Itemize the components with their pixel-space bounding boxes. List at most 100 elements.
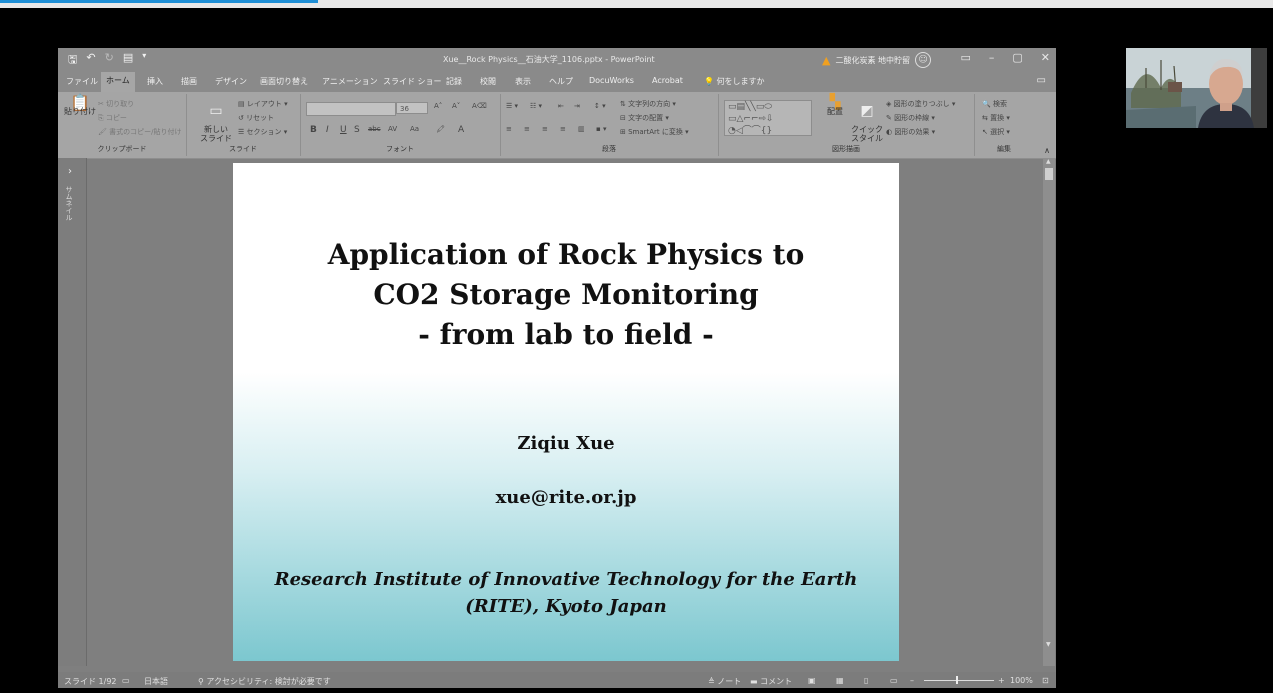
clear-formatting-icon[interactable]: A⌫ (472, 102, 487, 110)
slideshow-view-icon[interactable]: ▭ (890, 676, 898, 685)
save-icon[interactable]: 🖫 (68, 51, 77, 70)
minimize-icon[interactable]: – (989, 51, 995, 64)
thumbnail-pane-label: サムネイル (65, 186, 73, 221)
ribbon-display-options-icon[interactable]: ▭ (960, 51, 970, 64)
slide-sorter-icon[interactable]: ▦ (836, 676, 844, 685)
tab-help[interactable]: ヘルプ (549, 76, 573, 87)
replace-button[interactable]: ⇆ 置換 ▾ (982, 113, 1010, 123)
accessibility-status[interactable]: ⚲ アクセシビリティ: 検討が必要です (198, 676, 331, 687)
tab-view[interactable]: 表示 (515, 76, 531, 87)
tab-review[interactable]: 校閲 (480, 76, 496, 87)
shape-fill-button[interactable]: ◈ 図形の塗りつぶし ▾ (886, 99, 955, 109)
select-button[interactable]: ↖ 選択 ▾ (982, 127, 1010, 137)
text-direction-button[interactable]: ⇅ 文字列の方向 ▾ (620, 99, 676, 109)
scroll-up-icon[interactable]: ▲ (1046, 158, 1051, 165)
quick-styles-button[interactable]: ◩ クイック スタイル (850, 98, 884, 143)
spell-check-icon[interactable]: ▭ (122, 676, 130, 685)
shapes-gallery[interactable]: ▭▤╲╲▭⬭ ▭△⌐⌐⇨⇩ ◔◁⌒⌒{} (724, 100, 812, 136)
font-name-input[interactable] (306, 102, 396, 116)
tab-docuworks[interactable]: DocuWorks (589, 76, 634, 85)
underline-button[interactable]: U (340, 125, 347, 135)
columns-icon[interactable]: ▥ (578, 125, 585, 133)
font-color-button[interactable]: A (458, 125, 464, 135)
slide-title-line-3: - from lab to field - (418, 318, 714, 351)
change-case-button[interactable]: Aa (410, 125, 419, 133)
numbering-icon[interactable]: ☷ ▾ (530, 102, 542, 110)
find-button[interactable]: 🔍 検索 (982, 99, 1007, 109)
decrease-font-size-icon[interactable]: A˅ (452, 102, 460, 110)
justify-icon[interactable]: ≡ (560, 125, 566, 133)
comments-icon[interactable]: ▭ (1037, 75, 1046, 86)
smartart-button[interactable]: ⊞ SmartArt に変換 ▾ (620, 127, 689, 137)
tab-slideshow[interactable]: スライド ショー (383, 76, 442, 87)
increase-font-size-icon[interactable]: A˄ (434, 102, 442, 110)
tab-transitions[interactable]: 画面切り替え (260, 76, 308, 87)
expand-thumbnails-icon[interactable]: › (68, 166, 72, 177)
format-painter-button[interactable]: 🖌 書式のコピー/貼り付け (98, 127, 181, 137)
maximize-icon[interactable]: ▢ (1012, 51, 1022, 64)
tab-animations[interactable]: アニメーション (322, 76, 378, 87)
column-options-icon[interactable]: ▪ ▾ (596, 125, 606, 133)
cut-button[interactable]: ✂ 切り取り (98, 99, 134, 109)
tab-record[interactable]: 記録 (446, 76, 462, 87)
notes-button[interactable]: ≜ ノート (708, 676, 741, 687)
tab-acrobat[interactable]: Acrobat (652, 76, 683, 85)
align-left-icon[interactable]: ≡ (506, 125, 512, 133)
close-icon[interactable]: ✕ (1041, 51, 1050, 64)
increase-indent-icon[interactable]: ⇥ (574, 102, 580, 110)
quick-styles-icon: ◩ (860, 103, 874, 119)
bullets-icon[interactable]: ☰ ▾ (506, 102, 518, 110)
collapse-ribbon-icon[interactable]: ∧ (1044, 146, 1050, 155)
customize-qat-icon[interactable]: ▾ (142, 51, 146, 70)
align-text-button[interactable]: ⊟ 文字の配置 ▾ (620, 113, 669, 123)
tab-home[interactable]: ホーム (101, 72, 135, 92)
normal-view-icon[interactable]: ▣ (808, 676, 816, 685)
zoom-in-icon[interactable]: + (998, 676, 1005, 685)
paste-button[interactable]: 📋 貼り付け (64, 95, 96, 117)
character-spacing-button[interactable]: AV (388, 125, 397, 133)
zoom-slider-knob[interactable] (956, 676, 958, 684)
tab-insert[interactable]: 挿入 (147, 76, 163, 87)
copy-button[interactable]: ⎘ コピー (98, 113, 127, 123)
present-from-start-icon[interactable]: ▤ (123, 51, 133, 70)
vertical-scrollbar[interactable]: ▲ ▼ (1043, 158, 1055, 666)
new-slide-button[interactable]: ▭ 新しい スライド (200, 98, 232, 143)
account-area: ▲ 二酸化炭素 地中貯留 ☺ (822, 52, 932, 68)
shape-outline-button[interactable]: ✎ 図形の枠線 ▾ (886, 113, 935, 123)
align-center-icon[interactable]: ≡ (524, 125, 530, 133)
screen-top-bar (0, 0, 1273, 8)
font-size-input[interactable]: 36 (396, 102, 428, 114)
align-right-icon[interactable]: ≡ (542, 125, 548, 133)
scroll-down-icon[interactable]: ▼ (1046, 641, 1051, 648)
tab-draw[interactable]: 描画 (181, 76, 197, 87)
tab-design[interactable]: デザイン (215, 76, 247, 87)
italic-button[interactable]: I (326, 125, 329, 135)
reset-button[interactable]: ↺ リセット (238, 113, 274, 123)
layout-button[interactable]: ▤ レイアウト ▾ (238, 99, 288, 109)
warning-icon: ▲ (822, 53, 831, 67)
accessibility-label: アクセシビリティ: 検討が必要です (206, 677, 331, 686)
scrollbar-thumb[interactable] (1045, 168, 1053, 180)
decrease-indent-icon[interactable]: ⇤ (558, 102, 564, 110)
reading-view-icon[interactable]: ▯ (864, 676, 868, 685)
shadow-button[interactable]: S (354, 125, 360, 135)
bold-button[interactable]: B (310, 125, 317, 135)
undo-icon[interactable]: ↶ (86, 51, 95, 70)
shape-effects-button[interactable]: ◐ 図形の効果 ▾ (886, 127, 935, 137)
zoom-out-icon[interactable]: – (910, 676, 914, 685)
strikethrough-button[interactable]: abc (368, 125, 381, 133)
arrange-button[interactable]: ▚ 配置 (820, 95, 850, 116)
comments-button[interactable]: ▬ コメント (750, 676, 792, 687)
fit-slide-icon[interactable]: ⊡ (1042, 676, 1049, 685)
line-spacing-icon[interactable]: ↕ ▾ (594, 102, 606, 110)
tab-file[interactable]: ファイル (66, 76, 98, 87)
redo-icon[interactable]: ↻ (105, 51, 114, 70)
section-button[interactable]: ☰ セクション ▾ (238, 127, 287, 137)
zoom-level[interactable]: 100% (1010, 676, 1033, 685)
account-avatar-icon[interactable]: ☺ (915, 52, 932, 68)
tell-me-search[interactable]: 💡 何をしますか (704, 76, 765, 87)
slide-canvas[interactable]: Application of Rock Physics to CO2 Stora… (233, 163, 899, 661)
highlight-color-icon[interactable]: 🖍 (436, 125, 445, 133)
language-indicator[interactable]: 日本語 (144, 676, 168, 687)
zoom-slider[interactable] (924, 680, 994, 681)
